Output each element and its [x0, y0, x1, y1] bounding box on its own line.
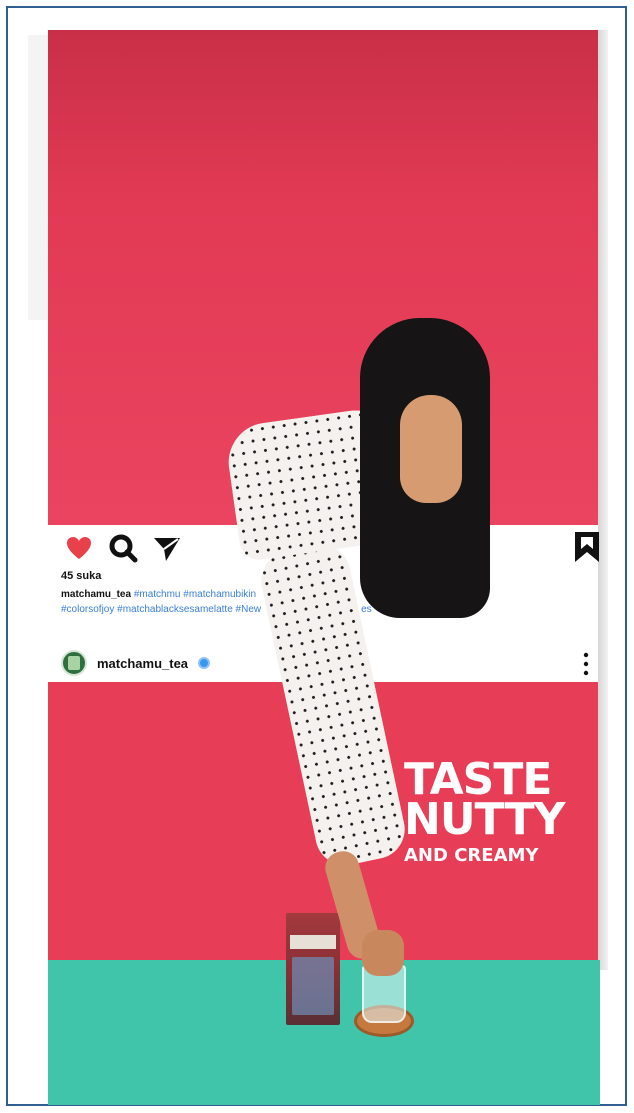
caption-username[interactable]: matchamu_tea	[61, 589, 131, 600]
heart-icon[interactable]	[64, 533, 94, 563]
left-shadow	[28, 35, 48, 320]
headline-line-2: NUTTY	[404, 794, 565, 845]
like-count: 45 suka	[61, 570, 102, 582]
product-box	[286, 913, 340, 1025]
caption-hashtags-line2[interactable]: #colorsofjoy #matchablacksesamelatte #Ne…	[61, 604, 261, 615]
right-shadow	[598, 30, 608, 970]
person-face	[400, 395, 462, 503]
person-hand	[362, 930, 404, 976]
headline-line-3: AND CREAMY	[404, 845, 539, 866]
post-caption: matchamu_tea #matchmu #matchamubikin #co…	[61, 587, 381, 617]
bookmark-icon[interactable]	[573, 531, 601, 563]
search-icon[interactable]	[108, 533, 138, 563]
post-actions	[64, 532, 182, 564]
caption-hashtags-tail[interactable]: es	[361, 604, 372, 615]
product-box-label	[290, 935, 336, 949]
product-box-art	[292, 957, 334, 1015]
caption-hashtags[interactable]: #matchmu #matchamubikin	[134, 589, 256, 600]
ad-headline: TASTE NUTTY AND CREAMY	[404, 758, 565, 868]
more-icon[interactable]	[581, 651, 591, 677]
author-handle[interactable]: matchamu_tea	[97, 656, 188, 671]
post-author-header: matchamu_tea	[61, 649, 211, 677]
verified-icon	[198, 657, 211, 669]
send-icon[interactable]	[152, 533, 182, 563]
avatar[interactable]	[61, 650, 87, 676]
